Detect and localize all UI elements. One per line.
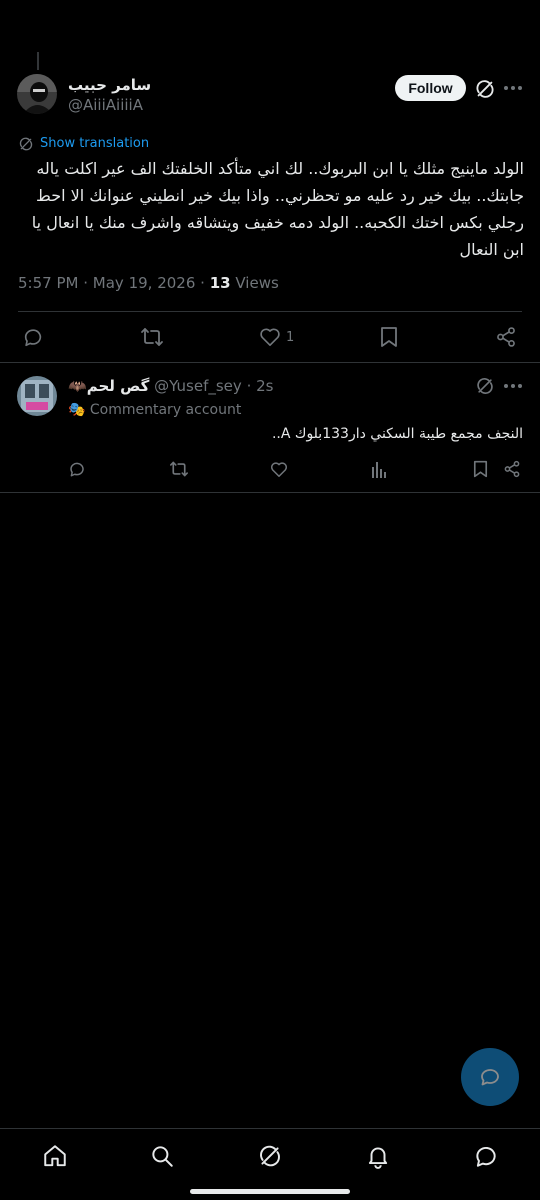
divider [0, 362, 540, 363]
reply-separator: · [246, 377, 252, 395]
author-avatar[interactable] [17, 74, 57, 114]
views-label: Views [235, 274, 279, 292]
like-icon[interactable] [259, 327, 281, 347]
share-icon[interactable] [503, 460, 521, 478]
author-name[interactable]: سامر حبيب [68, 76, 151, 94]
bookmark-icon[interactable] [473, 460, 488, 478]
more-icon[interactable] [503, 382, 523, 390]
meta-separator: · [200, 274, 205, 292]
bookmark-icon[interactable] [380, 326, 398, 348]
commentary-emoji: 🎭 [68, 402, 86, 418]
messages-icon[interactable] [473, 1143, 499, 1169]
grok-icon[interactable] [475, 376, 495, 396]
notifications-icon[interactable] [365, 1143, 391, 1169]
reply-author-name[interactable]: 🦇گص لحم [68, 377, 149, 395]
thread-line [37, 52, 39, 70]
commentary-text: Commentary account [89, 402, 242, 418]
divider [18, 311, 522, 312]
divider [0, 492, 540, 493]
repost-icon[interactable] [169, 460, 189, 478]
grok-icon[interactable] [257, 1143, 283, 1169]
tweet-meta: 5:57 PM · May 19, 2026 · 13 Views [18, 274, 279, 292]
reply-icon[interactable] [68, 460, 86, 478]
share-icon[interactable] [495, 326, 517, 348]
compose-button[interactable] [461, 1048, 519, 1106]
reply-icon[interactable] [22, 326, 44, 348]
tweet-time[interactable]: 5:57 PM [18, 274, 78, 292]
views-count: 13 [209, 274, 231, 292]
tweet-date[interactable]: May 19, 2026 [93, 274, 196, 292]
tweet-text: الولد ماينيج مثلك يا ابن البربوك.. لك ان… [31, 159, 524, 259]
show-translation-link[interactable]: Show translation [40, 136, 149, 151]
more-icon[interactable] [503, 84, 523, 92]
home-indicator[interactable] [190, 1189, 350, 1194]
reply-avatar[interactable] [17, 376, 57, 416]
meta-separator: · [83, 274, 89, 292]
follow-button[interactable]: Follow [395, 75, 466, 101]
reply-header: 🦇گص لحم @Yusef_sey · 2s [68, 377, 274, 395]
views-icon[interactable] [371, 461, 387, 478]
commentary-label: 🎭 Commentary account [68, 402, 241, 418]
like-icon[interactable] [270, 461, 288, 478]
home-icon[interactable] [42, 1143, 68, 1169]
repost-icon[interactable] [140, 326, 164, 348]
reply-time[interactable]: 2s [256, 377, 273, 395]
grok-icon[interactable] [474, 78, 496, 100]
compose-icon [478, 1065, 502, 1089]
reply-author-handle[interactable]: @Yusef_sey [154, 377, 242, 395]
like-count: 1 [286, 330, 295, 345]
author-handle[interactable]: @AiiiAiiiiA [68, 96, 143, 114]
search-icon[interactable] [149, 1143, 175, 1169]
reply-text: النجف مجمع طيبة السكني دار133بلوك A.. [271, 426, 523, 442]
translate-icon [18, 136, 34, 152]
